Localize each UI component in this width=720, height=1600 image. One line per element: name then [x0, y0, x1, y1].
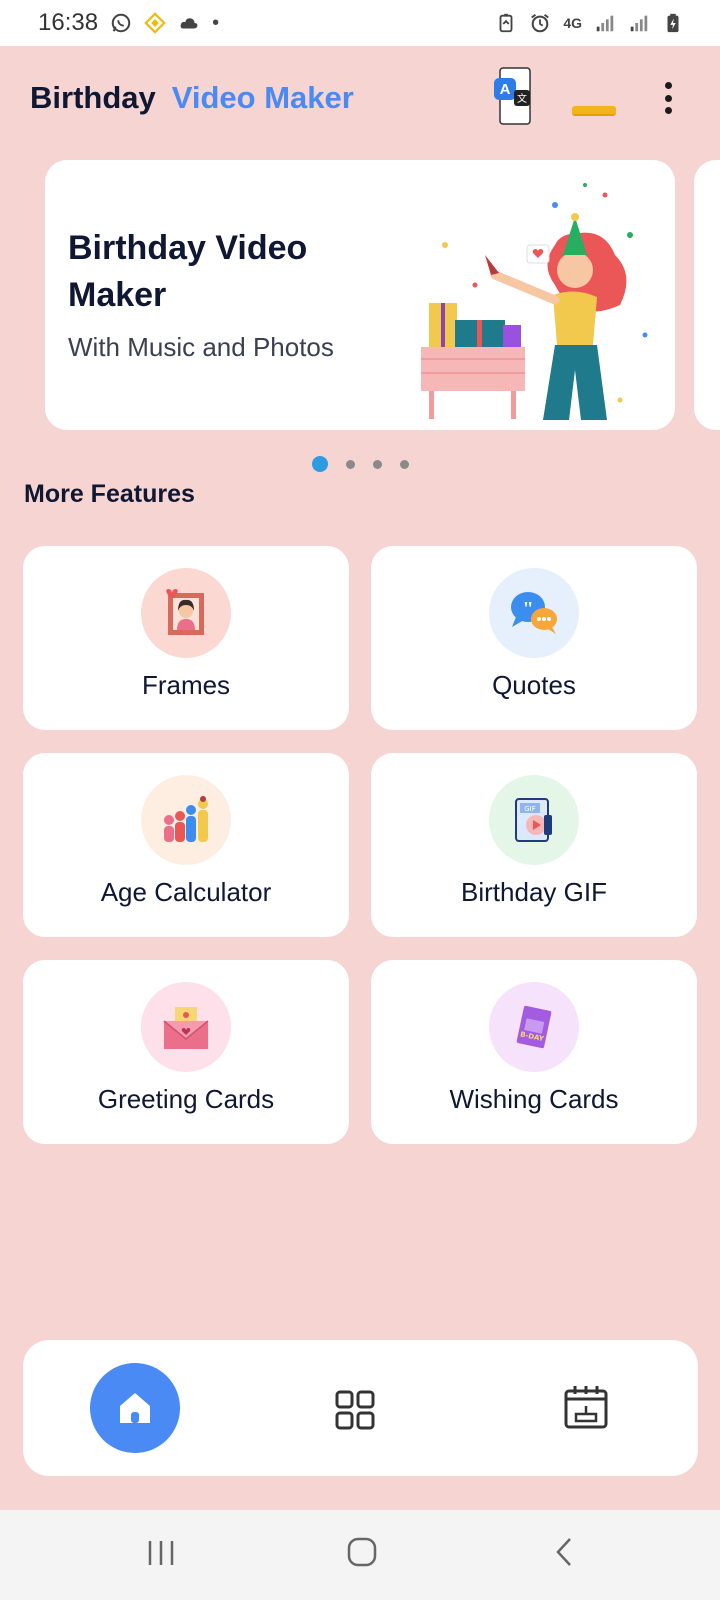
- feature-icon-circle: [141, 982, 231, 1072]
- overflow-menu-icon[interactable]: [656, 78, 680, 118]
- banner-next-peek[interactable]: [694, 160, 720, 430]
- carousel-dot[interactable]: [373, 459, 382, 469]
- photo-frame-icon: [166, 589, 204, 635]
- bday-card-icon: B-DAY: [516, 1005, 552, 1049]
- status-time: 16:38: [38, 9, 99, 36]
- section-title: More Features: [24, 480, 195, 508]
- promo-badge[interactable]: [572, 106, 616, 116]
- carousel-dot[interactable]: [346, 459, 355, 469]
- feature-label: Wishing Cards: [449, 1084, 619, 1114]
- whatsapp-icon: [111, 13, 131, 33]
- signal-icon: [596, 15, 614, 32]
- home-button-icon[interactable]: [346, 1536, 378, 1568]
- feature-label: Age Calculator: [100, 877, 272, 907]
- status-right: 4G: [495, 12, 684, 34]
- chat-bubbles-icon: ": [511, 592, 557, 634]
- feature-icon-circle: GIF: [489, 775, 579, 865]
- envelope-icon: [163, 1007, 209, 1049]
- translate-letter-b: 文: [517, 92, 527, 105]
- banner-card[interactable]: Birthday Video Maker With Music and Phot…: [45, 160, 675, 430]
- battery-icon: [667, 13, 679, 33]
- binance-icon: [144, 12, 166, 34]
- system-nav-bar: [0, 1510, 720, 1600]
- notification-dot-icon: •: [212, 12, 220, 34]
- carousel-dot[interactable]: [400, 459, 409, 469]
- feature-card-wishing-cards[interactable]: B-DAY Wishing Cards: [371, 960, 697, 1144]
- status-bar: 16:38 • 4G: [0, 0, 720, 46]
- battery-saver-icon: [499, 13, 513, 33]
- back-icon[interactable]: [552, 1536, 576, 1568]
- app-title-part2: Video Maker: [171, 80, 354, 115]
- gif-video-icon: GIF: [515, 798, 552, 842]
- alarm-icon: [531, 13, 550, 33]
- translate-icon[interactable]: A 文: [490, 66, 540, 126]
- calendar-cake-icon[interactable]: [563, 1384, 609, 1430]
- carousel-indicator: [312, 456, 409, 472]
- home-icon: [120, 1393, 150, 1423]
- carousel-dot[interactable]: [312, 456, 328, 472]
- app-title-part1: Birthday: [30, 80, 156, 115]
- feature-icon-circle: [141, 775, 231, 865]
- grid-icon[interactable]: [335, 1390, 375, 1430]
- feature-label: Quotes: [492, 670, 576, 700]
- party-girl-illustration: [421, 183, 648, 420]
- feature-card-birthday-gif[interactable]: GIF Birthday GIF: [371, 753, 697, 937]
- bottom-nav: [23, 1340, 698, 1476]
- banner-subtitle: With Music and Photos: [68, 332, 334, 362]
- feature-card-greeting-cards[interactable]: Greeting Cards: [23, 960, 349, 1144]
- feature-label: Greeting Cards: [97, 1084, 275, 1114]
- cloud-icon: [180, 18, 198, 29]
- banner-title: Birthday Video Maker: [68, 229, 308, 314]
- feature-icon-circle: [141, 568, 231, 658]
- home-nav-button[interactable]: [90, 1363, 180, 1453]
- feature-card-quotes[interactable]: " Quotes: [371, 546, 697, 730]
- svg-text:GIF: GIF: [524, 805, 536, 813]
- family-height-icon: [164, 796, 208, 842]
- recent-apps-icon[interactable]: [146, 1538, 176, 1568]
- feature-icon-circle: ": [489, 568, 579, 658]
- feature-icon-circle: B-DAY: [489, 982, 579, 1072]
- signal-icon-2: [630, 15, 648, 32]
- feature-card-age-calculator[interactable]: Age Calculator: [23, 753, 349, 937]
- feature-card-frames[interactable]: Frames: [23, 546, 349, 730]
- status-left: 16:38 •: [38, 9, 219, 37]
- feature-label: Frames: [141, 670, 231, 700]
- app-bar: Birthday Video Maker A 文: [0, 46, 720, 150]
- network-type-icon: 4G: [563, 15, 582, 31]
- translate-letter-a: A: [500, 81, 511, 98]
- feature-label: Birthday GIF: [461, 877, 607, 907]
